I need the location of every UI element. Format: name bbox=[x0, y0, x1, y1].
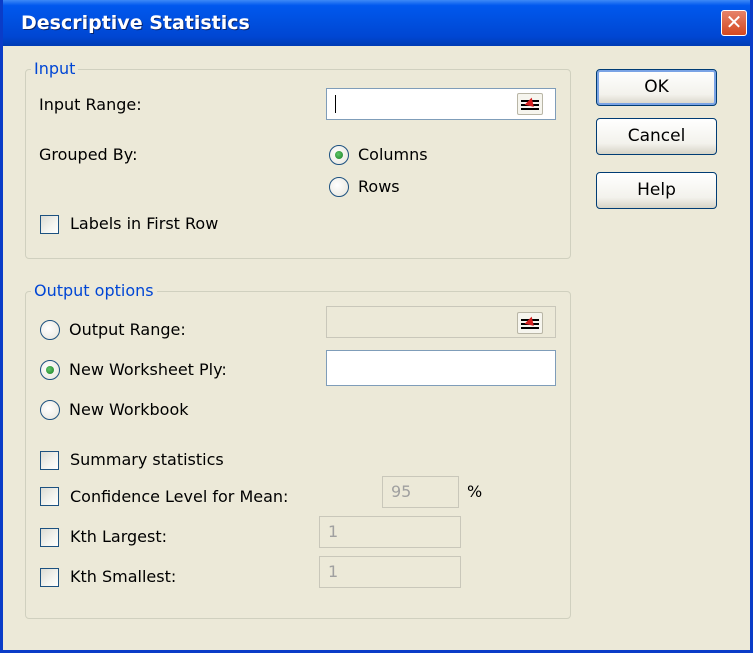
new-workbook-label[interactable]: New Workbook bbox=[69, 400, 189, 419]
range-picker-icon[interactable] bbox=[517, 93, 543, 115]
kth-largest-label[interactable]: Kth Largest: bbox=[70, 527, 167, 546]
confidence-level-field[interactable]: 95 bbox=[382, 476, 459, 508]
new-worksheet-ply-radio[interactable] bbox=[40, 360, 60, 380]
new-worksheet-ply-label[interactable]: New Worksheet Ply: bbox=[69, 360, 227, 379]
columns-label[interactable]: Columns bbox=[358, 145, 428, 164]
close-icon[interactable]: ✕ bbox=[721, 10, 747, 36]
title-bar[interactable]: Descriptive Statistics ✕ bbox=[3, 0, 750, 46]
kth-smallest-label[interactable]: Kth Smallest: bbox=[70, 567, 176, 586]
output-range-label[interactable]: Output Range: bbox=[69, 320, 186, 339]
rows-radio[interactable] bbox=[329, 177, 349, 197]
ok-button[interactable]: OK bbox=[596, 69, 717, 106]
kth-smallest-checkbox[interactable] bbox=[40, 568, 59, 587]
rows-label[interactable]: Rows bbox=[358, 177, 400, 196]
range-picker-icon[interactable] bbox=[517, 312, 543, 334]
descriptive-statistics-dialog: Descriptive Statistics ✕ Input Input Ran… bbox=[0, 0, 753, 653]
input-range-label: Input Range: bbox=[39, 95, 142, 114]
output-range-radio[interactable] bbox=[40, 320, 60, 340]
kth-smallest-field[interactable]: 1 bbox=[319, 556, 461, 588]
cancel-button[interactable]: Cancel bbox=[596, 118, 717, 155]
summary-statistics-label[interactable]: Summary statistics bbox=[70, 450, 224, 469]
confidence-level-checkbox[interactable] bbox=[40, 487, 59, 506]
columns-radio[interactable] bbox=[329, 145, 349, 165]
input-group-legend: Input bbox=[31, 59, 79, 78]
labels-first-row-checkbox[interactable] bbox=[40, 215, 59, 234]
percent-unit-label: % bbox=[467, 482, 483, 501]
text-caret bbox=[335, 95, 336, 113]
kth-largest-field[interactable]: 1 bbox=[319, 516, 461, 548]
dialog-title: Descriptive Statistics bbox=[21, 12, 250, 34]
new-workbook-radio[interactable] bbox=[40, 400, 60, 420]
output-options-legend: Output options bbox=[31, 281, 157, 300]
labels-first-row-label[interactable]: Labels in First Row bbox=[70, 214, 218, 233]
grouped-by-label: Grouped By: bbox=[39, 145, 138, 164]
kth-largest-checkbox[interactable] bbox=[40, 528, 59, 547]
confidence-level-label[interactable]: Confidence Level for Mean: bbox=[70, 487, 288, 506]
new-worksheet-ply-field[interactable] bbox=[326, 350, 556, 386]
help-button[interactable]: Help bbox=[596, 172, 717, 209]
summary-statistics-checkbox[interactable] bbox=[40, 451, 59, 470]
